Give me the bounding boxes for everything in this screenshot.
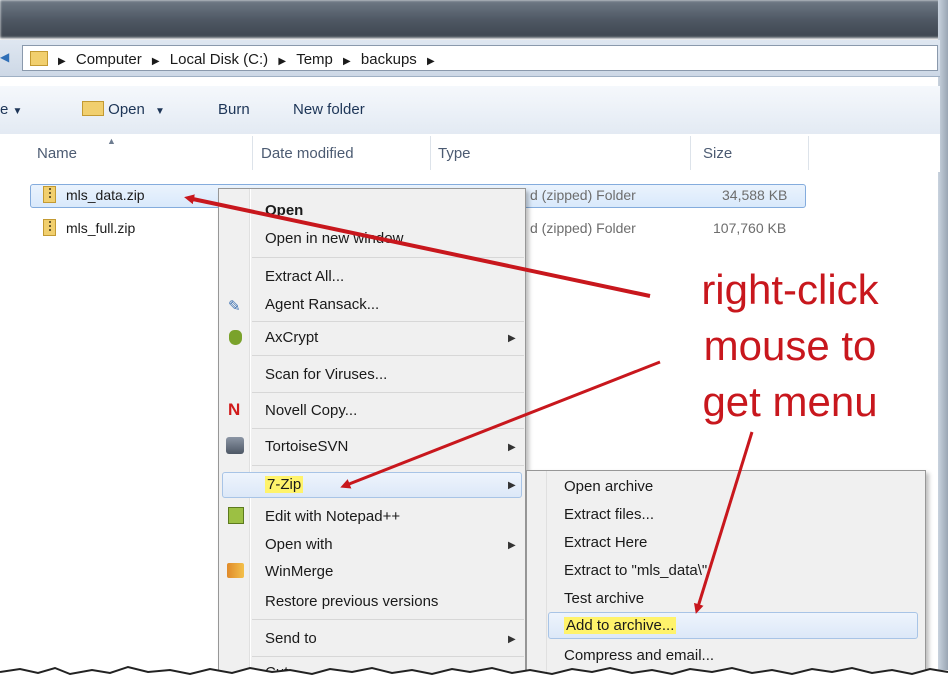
torn-edge [0, 665, 948, 689]
arrow-to-file [184, 194, 651, 298]
annotation-arrows [184, 194, 754, 614]
arrow-to-add-archive [693, 431, 754, 614]
arrow-to-7zip [340, 360, 661, 489]
